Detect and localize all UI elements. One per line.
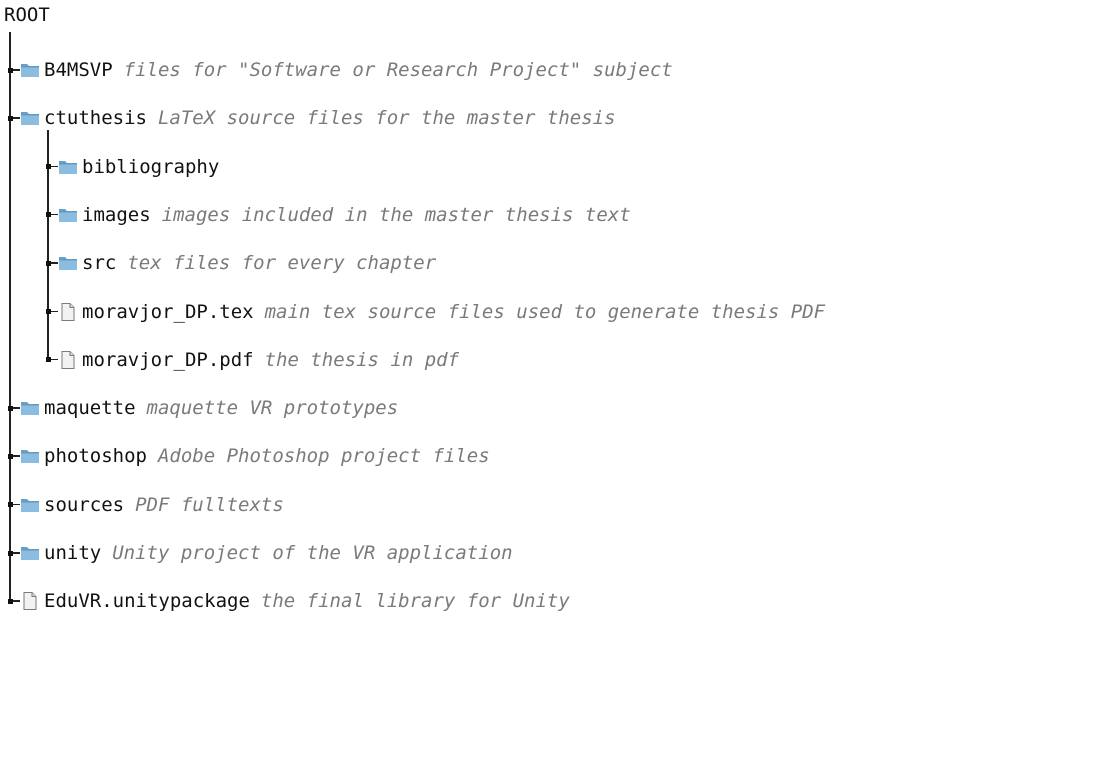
entry-name: sources: [44, 493, 125, 516]
entry-description: Unity project of the VR application: [112, 542, 513, 564]
tree-node-marker: [8, 405, 13, 411]
tree-node-marker: [46, 212, 51, 218]
tree-entry[interactable]: moravjor_DP.pdf the thesis in pdf: [58, 345, 459, 375]
folder-icon: [20, 446, 40, 466]
entry-description: PDF fulltexts: [135, 493, 284, 516]
tree-entry[interactable]: bibliography: [58, 152, 219, 182]
tree-entry[interactable]: ctuthesis LaTeX source files for the mast…: [20, 103, 616, 133]
entry-description: files for "Software or Research Project"…: [123, 59, 673, 81]
tree-node-marker: [8, 502, 13, 508]
folder-icon: [58, 253, 78, 273]
tree-node-marker: [46, 309, 51, 314]
tree-entry[interactable]: images images included in the master thes…: [58, 200, 631, 230]
entry-name: photoshop: [44, 445, 147, 468]
tree-node-marker: [46, 164, 51, 170]
entry-description: tex files for every chapter: [127, 252, 437, 275]
entry-name: maquette: [44, 397, 136, 420]
entry-name: bibliography: [82, 155, 220, 178]
tree-node-marker: [8, 453, 13, 459]
entry-name: moravjor_DP.tex: [82, 300, 254, 323]
tree-entry[interactable]: maquette maquette VR prototypes: [20, 393, 398, 423]
entry-name: moravjor_DP.pdf: [82, 348, 254, 371]
entry-name: ctuthesis: [44, 107, 147, 130]
tree-entry[interactable]: photoshop Adobe Photoshop project files: [20, 441, 490, 471]
tree-entry[interactable]: moravjor_DP.tex main tex source files use…: [58, 297, 825, 327]
tree-node-marker: [8, 115, 13, 121]
entry-description: Adobe Photoshop project files: [157, 445, 490, 468]
entry-name: EduVR.unitypackage: [44, 590, 250, 613]
file-icon: [20, 591, 40, 611]
entry-name: src: [82, 252, 117, 275]
folder-icon: [58, 157, 78, 177]
entry-name: images: [82, 203, 151, 226]
tree-entry[interactable]: unity Unity project of the VR application: [20, 538, 513, 568]
entry-description: the thesis in pdf: [264, 348, 460, 371]
entry-description: the final library for Unity: [260, 590, 570, 613]
tree-node-marker: [46, 357, 51, 363]
tree-entry[interactable]: src tex files for every chapter: [58, 248, 436, 278]
folder-icon: [20, 543, 40, 563]
tree-entry[interactable]: EduVR.unitypackage the final library for …: [20, 586, 570, 616]
entry-description: main tex source files used to generate t…: [264, 300, 826, 323]
entry-name: unity: [44, 542, 102, 564]
tree-entry[interactable]: B4MSVP files for "Software or Research Pr…: [20, 55, 673, 85]
folder-icon: [20, 495, 40, 515]
tree-entry[interactable]: sources PDF fulltexts: [20, 490, 284, 520]
tree-node-marker: [8, 67, 13, 73]
entry-description: images included in the master thesis tex…: [161, 203, 631, 226]
folder-icon: [58, 205, 78, 225]
directory-tree: ROOT B4MSVP files for "Software or Resear…: [0, 0, 1098, 773]
tree-node-marker: [8, 550, 13, 556]
tree-node-marker: [46, 260, 51, 266]
folder-icon: [20, 60, 40, 80]
file-icon: [58, 350, 78, 370]
tree-root-label: ROOT: [4, 4, 50, 26]
folder-icon: [20, 108, 40, 128]
entry-description: maquette VR prototypes: [146, 397, 399, 420]
tree-node-marker: [8, 598, 13, 604]
entry-name: B4MSVP: [44, 59, 113, 81]
folder-icon: [20, 398, 40, 418]
file-icon: [58, 302, 78, 322]
entry-description: LaTeX source files for the master thesis: [157, 107, 616, 130]
